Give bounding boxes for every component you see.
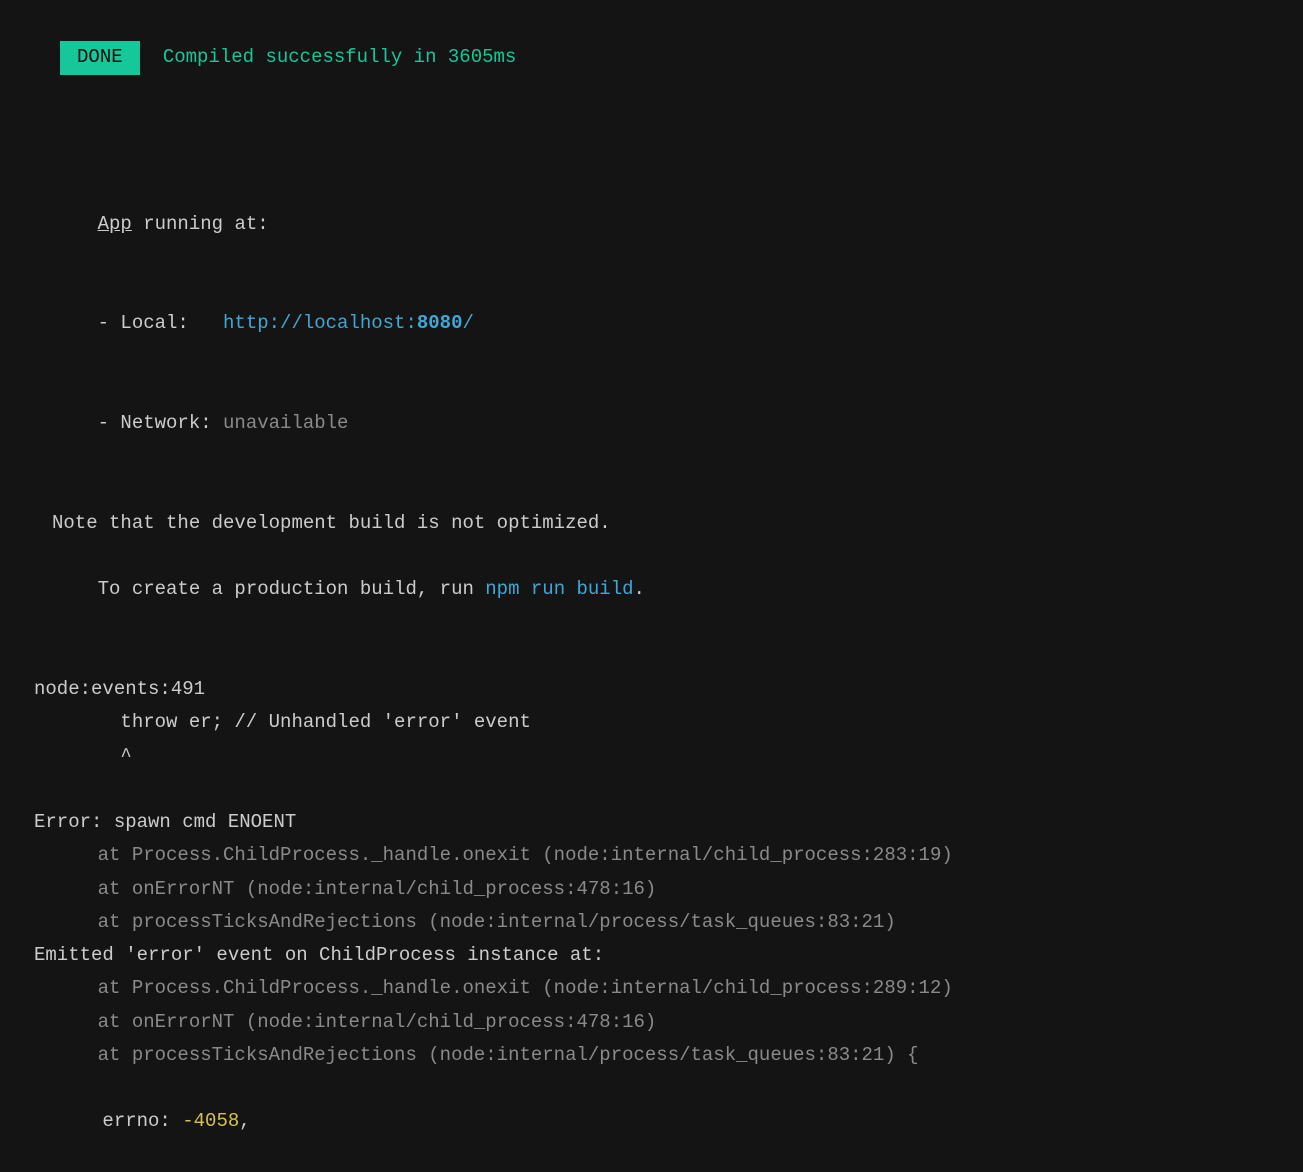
terminal-output: DONE Compiled successfully in 3605ms App… [14, 8, 1289, 1172]
blank-line [14, 108, 1289, 141]
network-label: - Network: [98, 412, 223, 434]
throw-line: throw er; // Unhandled 'error' event [14, 706, 1289, 739]
done-badge: DONE [60, 41, 140, 74]
note-line-2: To create a production build, run npm ru… [14, 540, 1289, 640]
stack-line: at processTicksAndRejections (node:inter… [14, 1039, 1289, 1072]
errno-line: errno: -4058, [14, 1072, 1289, 1172]
status-line: DONE Compiled successfully in 3605ms [14, 8, 1289, 108]
stack-line: at processTicksAndRejections (node:inter… [14, 906, 1289, 939]
stack-line: at Process.ChildProcess._handle.onexit (… [14, 839, 1289, 872]
network-value: unavailable [223, 412, 348, 434]
node-events-line: node:events:491 [14, 673, 1289, 706]
app-word: App [98, 213, 132, 235]
error-title: Error: spawn cmd ENOENT [14, 806, 1289, 839]
app-running-rest: running at: [132, 213, 269, 235]
blank-line [14, 640, 1289, 673]
stack-line: at onErrorNT (node:internal/child_proces… [14, 1006, 1289, 1039]
app-running-heading: App running at: [14, 174, 1289, 274]
blank-line [14, 773, 1289, 806]
network-line: - Network: unavailable [14, 374, 1289, 474]
build-command: npm run build [485, 578, 633, 600]
stack-line: at onErrorNT (node:internal/child_proces… [14, 873, 1289, 906]
emitted-header: Emitted 'error' event on ChildProcess in… [14, 939, 1289, 972]
errno-value: -4058 [182, 1110, 239, 1132]
note-line-1: Note that the development build is not o… [14, 507, 1289, 540]
compile-message: Compiled successfully in 3605ms [163, 46, 516, 68]
stack-line: at Process.ChildProcess._handle.onexit (… [14, 972, 1289, 1005]
local-label: - Local: [98, 312, 223, 334]
local-url[interactable]: http://localhost:8080/ [223, 312, 474, 334]
blank-line [14, 474, 1289, 507]
local-url-line: - Local: http://localhost:8080/ [14, 274, 1289, 374]
caret-line: ^ [14, 740, 1289, 773]
blank-line [14, 141, 1289, 174]
